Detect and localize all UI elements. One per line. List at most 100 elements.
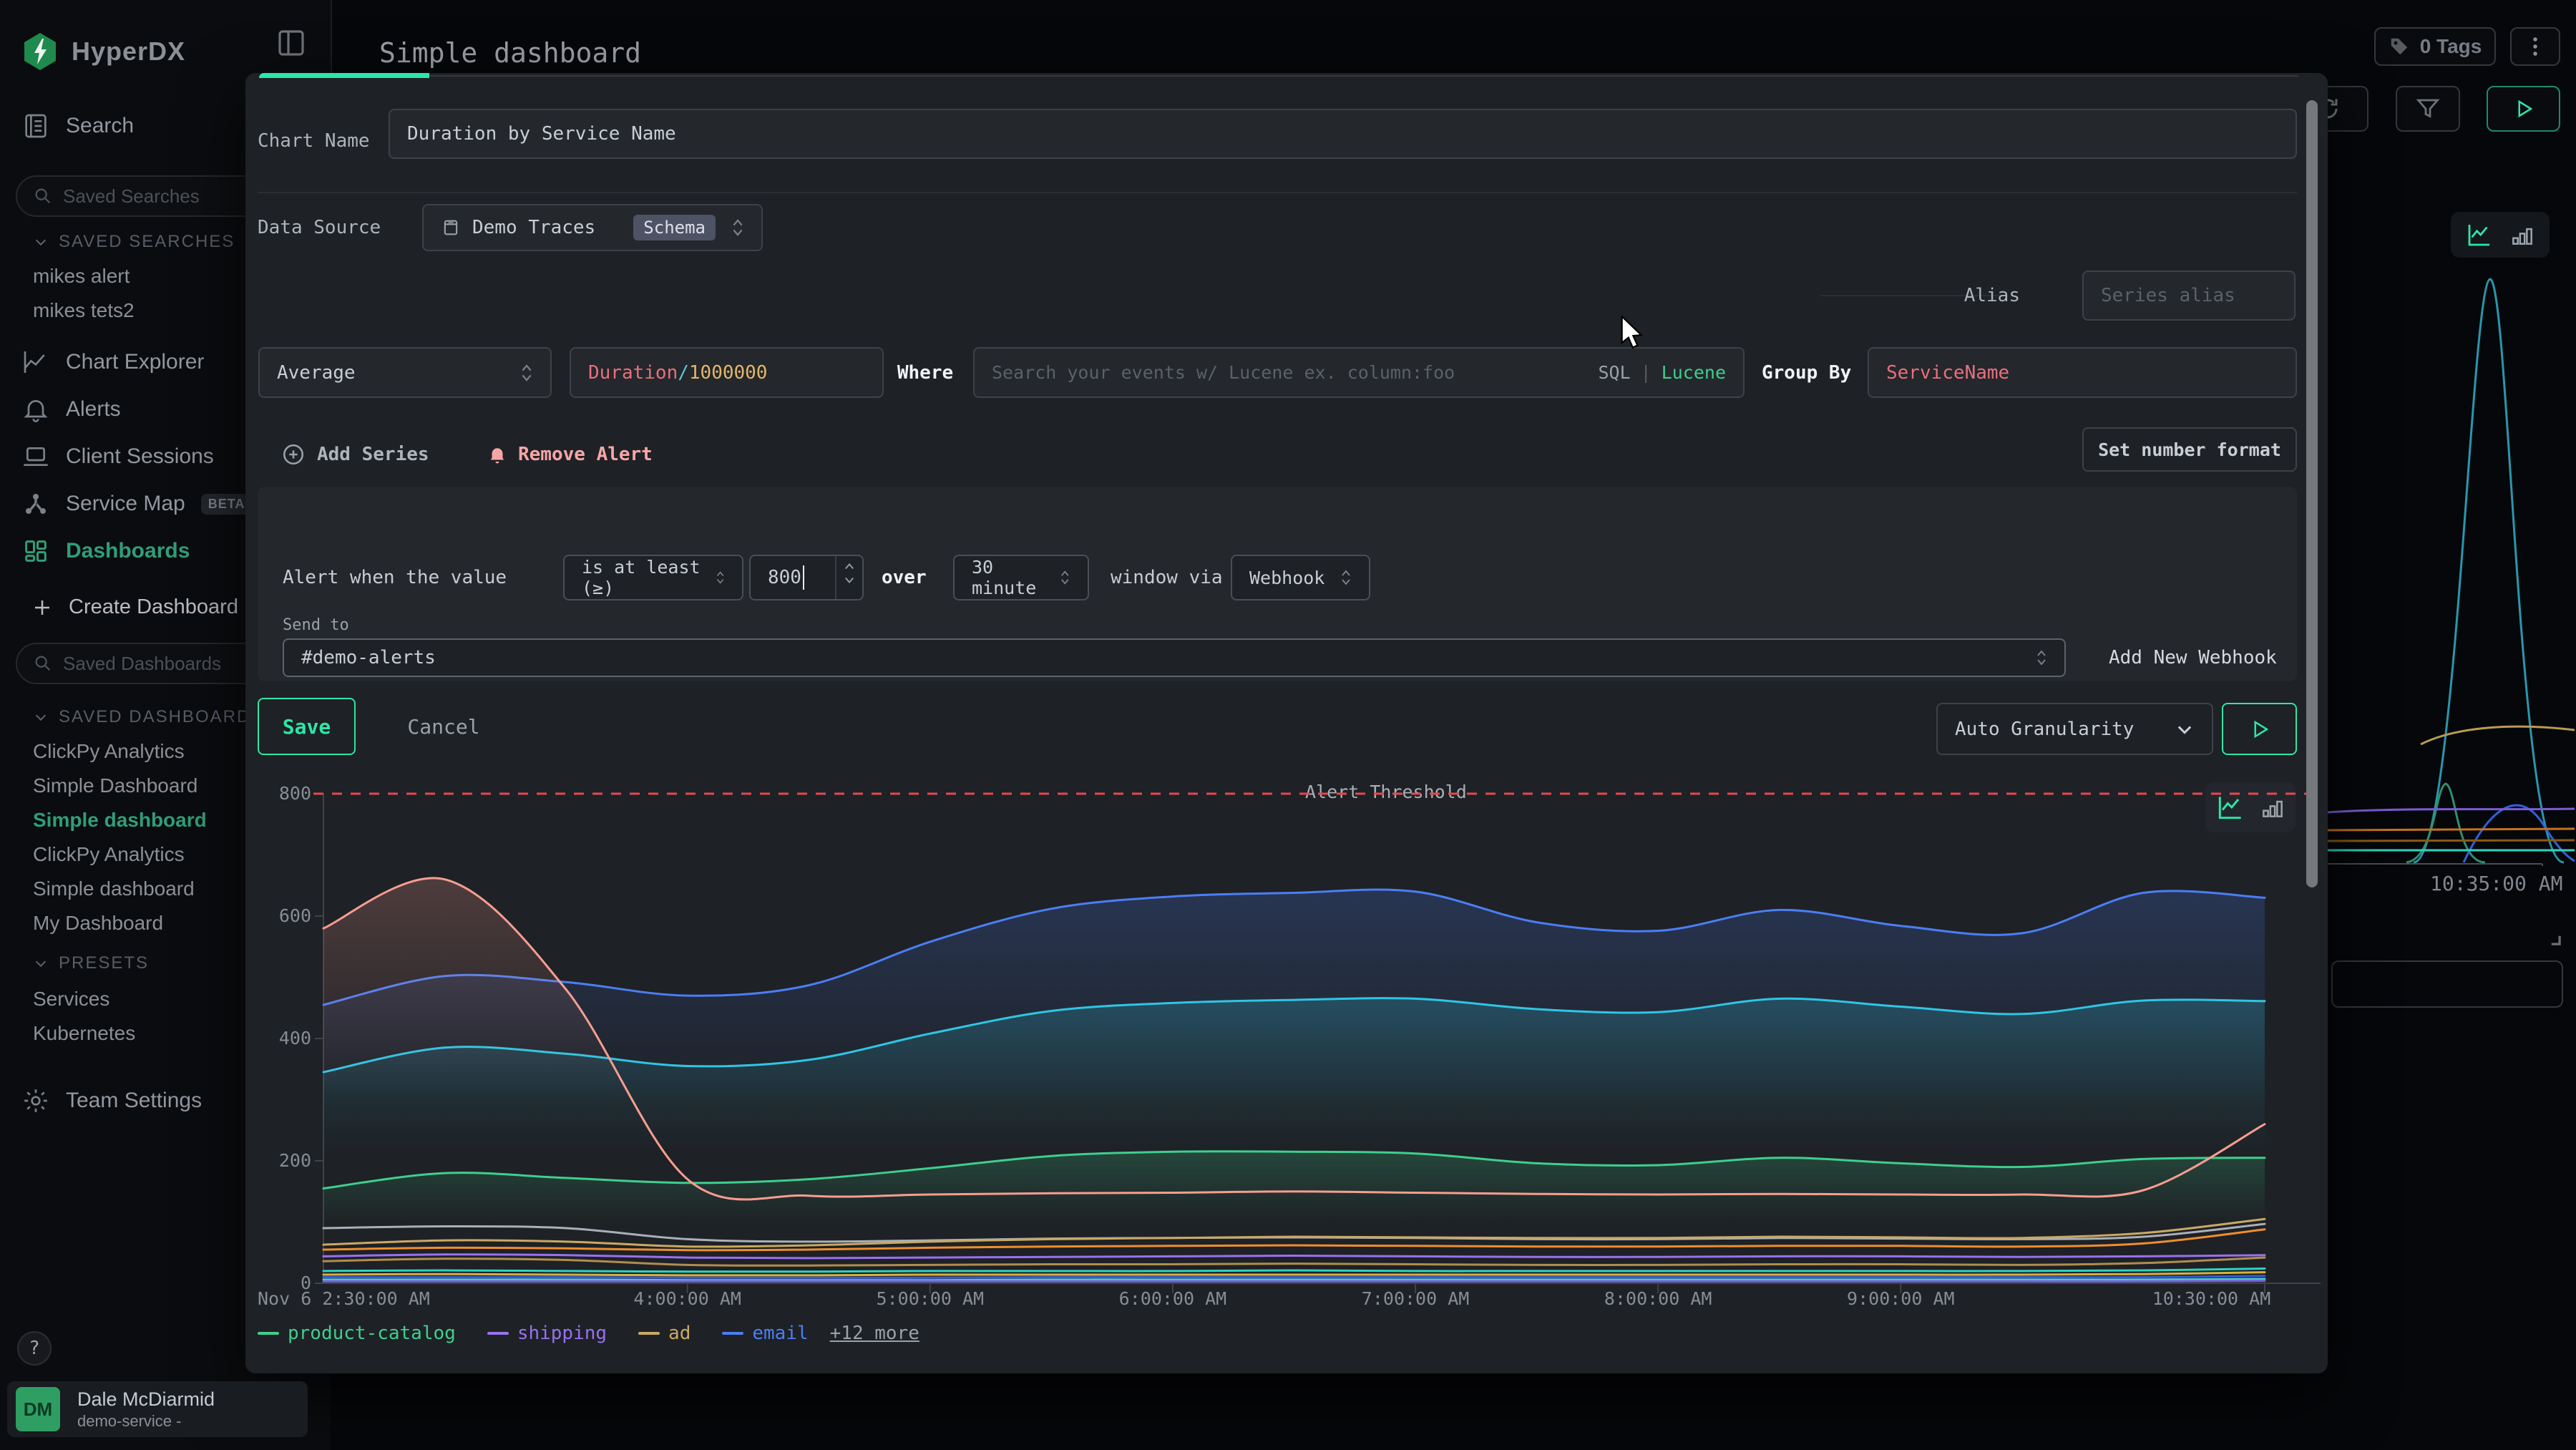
sidebar-collapse-button[interactable] [274,26,308,60]
sidebar-item-search[interactable]: Search [21,112,134,140]
granularity-select[interactable]: Auto Granularity [1936,703,2213,755]
save-button[interactable]: Save [258,698,356,755]
alert-operator-select[interactable]: is at least (≥) [563,555,743,600]
saved-search-item[interactable]: mikes tets2 [33,299,135,322]
run-query-button-background[interactable] [2487,86,2560,132]
app-logo[interactable]: HyperDX [21,31,185,72]
number-stepper[interactable] [835,556,862,599]
chart-name-input[interactable]: Duration by Service Name [389,109,2297,159]
sql-toggle[interactable]: SQL [1598,362,1630,383]
saved-dashboards-header[interactable]: SAVED DASHBOARDS [33,707,263,727]
help-button[interactable]: ? [17,1331,52,1366]
field-input[interactable]: Duration/1000000 [570,347,884,398]
legend-label: ad [668,1323,691,1344]
modal-scrollbar[interactable] [2306,100,2318,887]
tag-icon [2389,36,2410,57]
timeseries-chart[interactable] [313,791,2321,1295]
lucene-toggle[interactable]: Lucene [1662,362,1726,383]
legend-label: shipping [517,1323,607,1344]
play-icon [2513,98,2534,120]
group-by-input[interactable]: ServiceName [1868,347,2297,398]
dashboards-icon [21,537,50,565]
filter-button[interactable] [2396,86,2460,132]
chart-legend: product-catalog shipping ad email +12 more [258,1323,919,1344]
x-tick-label: 4:00:00 AM [633,1288,741,1309]
chevrons-updown-icon [716,568,725,588]
chevrons-updown-icon [731,217,744,238]
sidebar-item-alerts[interactable]: Alerts [21,395,121,424]
saved-dashboard-item-active[interactable]: Simple dashboard [33,809,207,832]
sidebar-item-dashboards[interactable]: Dashboards [21,537,190,565]
sidebar-item-client-sessions[interactable]: Client Sessions [21,442,214,471]
chevron-down-icon [2175,719,2195,739]
kebab-menu-button[interactable] [2510,27,2560,66]
alert-channel-select[interactable]: Webhook [1231,555,1370,600]
legend-label: email [752,1323,808,1344]
sidebar-item-team-settings[interactable]: Team Settings [21,1086,202,1115]
panel-left-icon [274,26,308,60]
line-chart-icon [2464,220,2494,250]
create-dashboard-button[interactable]: Create Dashboard [31,595,238,619]
laptop-icon [21,442,50,471]
x-tick-label: 10:30:00 AM [2152,1288,2271,1309]
chevron-down-icon [844,576,854,585]
alert-threshold-input[interactable]: 800 [749,555,864,600]
chevron-up-icon [844,562,854,570]
sidebar-item-service-map[interactable]: Service Map BETA [21,490,252,518]
alias-input[interactable]: Series alias [2082,271,2296,321]
kebab-icon [2526,36,2545,57]
sidebar-item-chart-explorer[interactable]: Chart Explorer [21,348,204,376]
y-tick-label: 200 [260,1150,311,1171]
add-new-webhook-link[interactable]: Add New Webhook [2109,638,2277,677]
send-to-select[interactable]: #demo-alerts [283,638,2066,677]
edit-chart-modal: Chart Name Duration by Service Name Data… [245,73,2328,1373]
alert-window-select[interactable]: 30 minute [953,555,1089,600]
preset-item-kubernetes[interactable]: Kubernetes [33,1022,135,1045]
tags-button[interactable]: 0 Tags [2374,27,2496,66]
chart-explorer-icon [21,348,50,376]
legend-swatch [638,1332,660,1335]
saved-search-item[interactable]: mikes alert [33,265,130,288]
add-series-button[interactable]: Add Series [281,434,429,474]
legend-item-shipping[interactable]: shipping [487,1323,607,1344]
remove-alert-button[interactable]: Remove Alert [487,434,653,474]
cancel-button[interactable]: Cancel [397,698,490,755]
service-map-icon [21,490,50,518]
saved-dashboard-item[interactable]: Simple Dashboard [33,774,197,797]
legend-swatch [258,1332,279,1335]
legend-more-link[interactable]: +12 more [830,1323,919,1344]
chevrons-updown-icon [1060,568,1070,588]
legend-item-email[interactable]: email [722,1323,808,1344]
saved-searches-header[interactable]: SAVED SEARCHES [33,232,235,252]
aggregation-select[interactable]: Average [258,347,552,398]
background-mini-chart [2328,258,2576,866]
run-chart-button[interactable] [2222,703,2297,755]
resize-handle-icon[interactable] [2545,929,2563,948]
saved-dashboard-item[interactable]: My Dashboard [33,912,163,935]
user-menu[interactable]: DM Dale McDiarmid demo-service - [7,1381,308,1437]
presets-header[interactable]: PRESETS [33,953,149,973]
chart-name-label: Chart Name [258,116,370,166]
data-source-select[interactable]: Demo Traces Schema [422,204,763,251]
legend-item-product-catalog[interactable]: product-catalog [258,1323,456,1344]
alert-config-panel: Alert when the value is at least (≥) 800… [258,487,2297,681]
avatar: DM [16,1387,60,1431]
x-tick-label: 8:00:00 AM [1604,1288,1712,1309]
saved-dashboard-item[interactable]: ClickPy Analytics [33,740,185,763]
schema-badge[interactable]: Schema [633,215,716,240]
progress-track [429,75,2298,77]
saved-dashboard-item[interactable]: ClickPy Analytics [33,843,185,866]
alert-over-label: over [882,563,927,592]
x-tick-label: 9:00:00 AM [1847,1288,1955,1309]
preset-item-services[interactable]: Services [33,988,109,1011]
saved-dashboard-item[interactable]: Simple dashboard [33,877,195,900]
progress-bar [259,73,429,78]
plus-icon [31,597,53,618]
search-icon [33,653,53,673]
where-search-input[interactable]: Search your events w/ Lucene ex. column:… [973,347,1745,398]
set-number-format-button[interactable]: Set number format [2082,427,2297,472]
chevrons-updown-icon [1340,568,1352,588]
series-line-series-16 [323,1279,2265,1280]
legend-item-ad[interactable]: ad [638,1323,691,1344]
background-chart-type-toggle[interactable] [2451,212,2550,258]
